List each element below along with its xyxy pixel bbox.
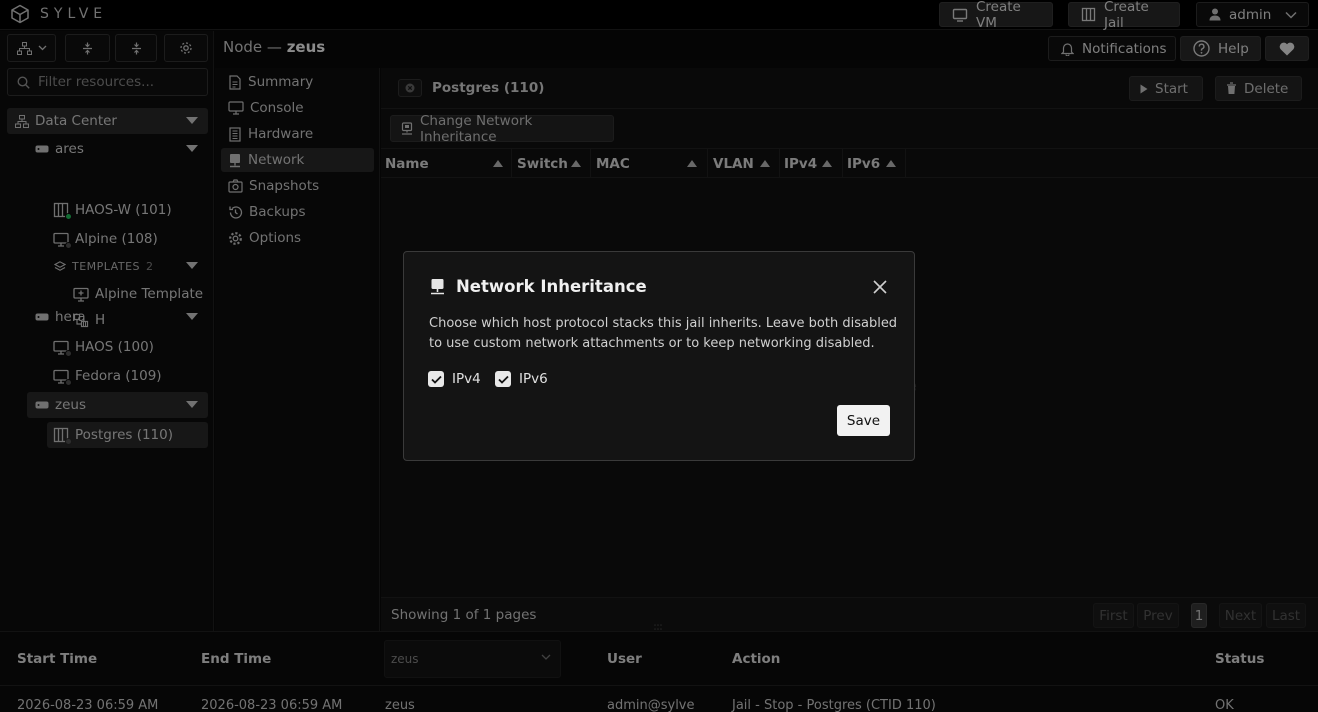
save-label: Save [846,412,881,429]
checkbox-checked-icon[interactable] [428,371,444,387]
dialog-description: Choose which host protocol stacks this j… [429,316,898,351]
ipv6-label: IPv6 [519,371,548,387]
close-icon[interactable] [872,279,888,295]
ipv4-label: IPv4 [452,371,481,387]
dialog-title: Network Inheritance [429,277,647,296]
ipv4-checkbox[interactable]: IPv4 [428,371,481,387]
network-inheritance-dialog: Network Inheritance Choose which host pr… [403,251,915,461]
save-button[interactable]: Save [837,405,890,436]
checkbox-checked-icon[interactable] [495,371,511,387]
dialog-title-text: Network Inheritance [456,277,647,296]
ipv6-checkbox[interactable]: IPv6 [495,371,548,387]
network-icon [429,278,446,295]
